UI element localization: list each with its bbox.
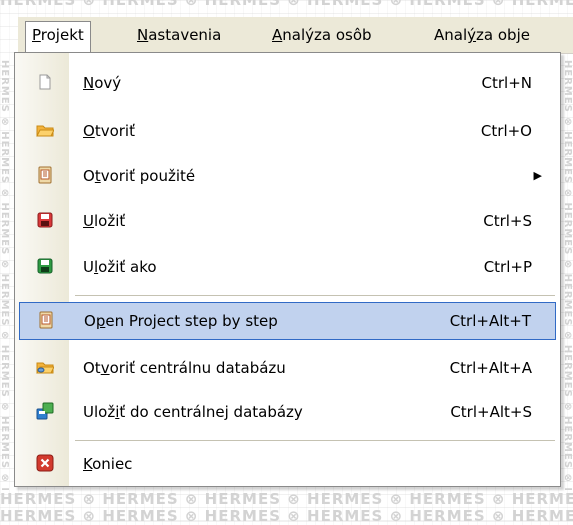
menu-separator — [75, 295, 555, 296]
menu-bar: Projekt Nastavenia Analýza osôb Analýza … — [18, 17, 573, 54]
new-file-icon — [36, 73, 54, 91]
open-database-icon — [36, 358, 55, 376]
menu-item-otvorit-pouzite[interactable]: Otvoriť použité ▶ — [15, 157, 560, 195]
menu-projekt[interactable]: Projekt — [25, 21, 91, 54]
menu-item-otvorit-centralnu-databazu[interactable]: Otvoriť centrálnu databázu Ctrl+Alt+A — [15, 349, 560, 387]
menu-analyza-objektov[interactable]: Analýza obje — [428, 21, 536, 49]
menu-item-koniec[interactable]: Koniec — [15, 445, 560, 483]
menu-item-label: Otvoriť — [83, 122, 135, 140]
watermark-right: HERMES ⊗ HERMES ⊗ HERMES ⊗ HERMES ⊗ HERM… — [563, 60, 573, 490]
menu-item-open-project-step-by-step[interactable]: Open Project step by step Ctrl+Alt+T — [19, 302, 556, 340]
watermark-left: HERMES ⊗ HERMES ⊗ HERMES ⊗ HERMES ⊗ HERM… — [0, 60, 10, 490]
menu-item-label: Nový — [83, 74, 122, 92]
menu-item-ulozit[interactable]: Uložiť Ctrl+S — [15, 202, 560, 240]
menu-item-label: Uložiť — [83, 212, 126, 230]
menu-item-label: Otvoriť použité — [83, 167, 196, 185]
save-as-icon — [36, 257, 54, 275]
shortcut-label: Ctrl+N — [481, 74, 532, 92]
menu-separator — [75, 440, 555, 441]
submenu-arrow-icon: ▶ — [533, 169, 542, 182]
save-icon — [36, 211, 54, 229]
folder-open-icon — [36, 121, 55, 139]
menu-analyza-osob[interactable]: Analýza osôb — [266, 21, 378, 49]
menu-nastavenia[interactable]: Nastavenia — [131, 21, 227, 49]
watermark-bottom: HERMES ⊗ HERMES ⊗ HERMES ⊗ HERMES ⊗ HERM… — [0, 490, 573, 508]
menu-item-label: Open Project step by step — [84, 312, 278, 330]
watermark-bottom-2: HERMES ⊗ HERMES ⊗ HERMES ⊗ HERMES ⊗ HERM… — [0, 507, 573, 525]
menu-item-label: Uložiť ako — [83, 258, 157, 276]
shortcut-label: Ctrl+O — [480, 122, 532, 140]
menu-item-ulozit-ako[interactable]: Uložiť ako Ctrl+P — [15, 248, 560, 286]
shortcut-label: Ctrl+Alt+T — [449, 312, 531, 330]
watermark-top: HERMES ⊗ HERMES ⊗ HERMES ⊗ HERMES ⊗ HERM… — [0, 0, 573, 9]
shortcut-label: Ctrl+S — [483, 212, 532, 230]
recent-project-icon — [36, 166, 54, 184]
shortcut-label: Ctrl+P — [483, 258, 532, 276]
menu-item-label: Koniec — [83, 455, 133, 473]
menu-item-label: Uložiť do centrálnej databázy — [83, 403, 303, 421]
exit-icon — [36, 454, 54, 472]
menu-item-otvorit[interactable]: Otvoriť Ctrl+O — [15, 112, 560, 150]
shortcut-label: Ctrl+Alt+S — [450, 403, 532, 421]
projekt-dropdown-menu: Nový Ctrl+N Otvoriť Ctrl+O Otvoriť použi… — [14, 52, 561, 487]
shortcut-label: Ctrl+Alt+A — [449, 359, 532, 377]
menu-item-ulozit-do-centralnej-databazy[interactable]: Uložiť do centrálnej databázy Ctrl+Alt+S — [15, 393, 560, 431]
menu-item-label: Otvoriť centrálnu databázu — [83, 359, 286, 377]
project-wizard-icon — [37, 311, 55, 329]
menu-item-novy[interactable]: Nový Ctrl+N — [15, 64, 560, 102]
save-database-icon — [36, 402, 54, 420]
